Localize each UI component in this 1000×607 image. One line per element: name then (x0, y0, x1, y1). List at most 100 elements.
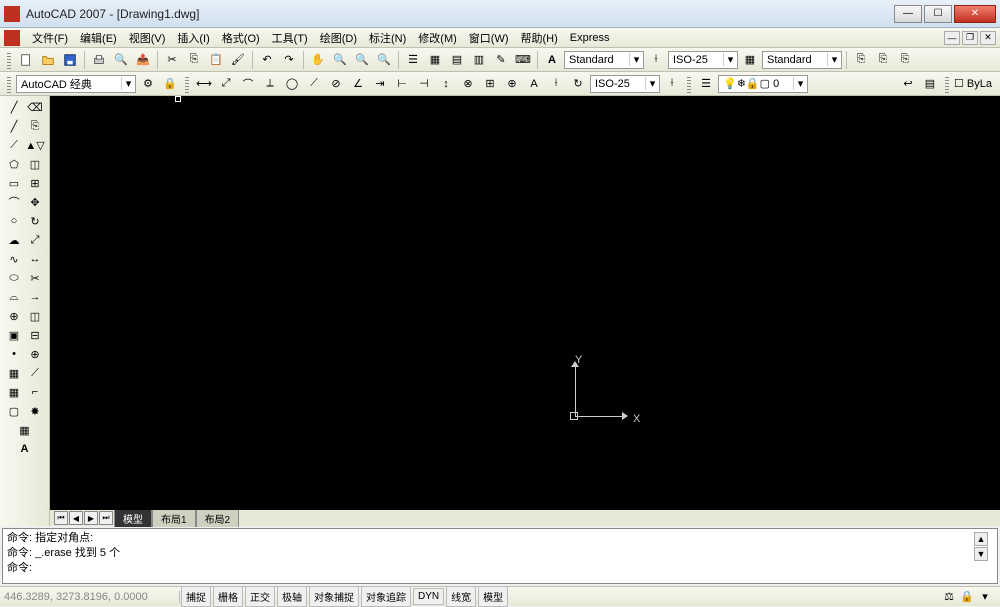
ellipse-arc-button[interactable]: ⌓ (4, 288, 24, 306)
copy-button2[interactable]: ⎘ (25, 117, 45, 135)
dim-style-combo2[interactable]: ISO-25▾ (590, 75, 660, 93)
zoom-previous-button[interactable]: 🔍 (374, 50, 394, 70)
mdi-close-button[interactable]: ✕ (980, 31, 996, 45)
block-copy-button[interactable]: ⎘ (895, 50, 915, 70)
copy-nested-button[interactable]: ⎘ (873, 50, 893, 70)
layer-state-button[interactable]: ▤ (920, 74, 940, 94)
dim-arc-button[interactable]: ⌒ (238, 74, 258, 94)
move-button[interactable]: ✥ (25, 193, 45, 211)
dim-aligned-button[interactable]: ⤢ (216, 74, 236, 94)
revcloud-button[interactable]: ☁ (4, 231, 24, 249)
publish-button[interactable]: 📤 (133, 50, 153, 70)
dim-angular-button[interactable]: ∠ (348, 74, 368, 94)
array-button[interactable]: ⊞ (25, 174, 45, 192)
join-button[interactable]: ⊕ (25, 345, 45, 363)
cmd-scroll-up-button[interactable]: ▲ (974, 532, 988, 546)
dim-edit-button[interactable]: A (524, 74, 544, 94)
menu-tools[interactable]: 工具(T) (266, 28, 314, 48)
dim-linear-button[interactable]: ⟷ (194, 74, 214, 94)
lock-icon[interactable]: 🔒 (960, 590, 974, 604)
textstyle-button[interactable]: A (542, 50, 562, 70)
copy-button[interactable]: ⎘ (184, 50, 204, 70)
tab-prev-button[interactable]: ◀ (69, 511, 83, 525)
dim-baseline-button[interactable]: ⊢ (392, 74, 412, 94)
ortho-toggle[interactable]: 正交 (245, 586, 275, 607)
toolbar-grip[interactable] (687, 75, 691, 93)
dim-ordinate-button[interactable]: ⟂ (260, 74, 280, 94)
dim-override-button[interactable]: ⟊ (662, 74, 682, 94)
fillet-button[interactable]: ⌐ (25, 383, 45, 401)
matchprop-button[interactable]: 🖌 (228, 50, 248, 70)
point-button[interactable]: • (4, 345, 24, 363)
menu-help[interactable]: 帮助(H) (515, 28, 564, 48)
osnap-toggle[interactable]: 对象捕捉 (309, 586, 359, 607)
pline-button[interactable]: ⟋ (4, 136, 24, 154)
redo-button[interactable]: ↷ (279, 50, 299, 70)
arc-button[interactable]: ⌒ (4, 193, 24, 211)
rectangle-button[interactable]: ▭ (4, 174, 24, 192)
dim-jogged-button[interactable]: ⟋ (304, 74, 324, 94)
coordinates-display[interactable]: 446.3289, 3273.8196, 0.0000 (0, 591, 180, 603)
menu-edit[interactable]: 编辑(E) (74, 28, 123, 48)
erase-button[interactable]: ⌫ (25, 98, 45, 116)
break-point-button[interactable]: ◫ (25, 307, 45, 325)
extend-button[interactable]: → (25, 288, 45, 306)
dim-quick-button[interactable]: ⇥ (370, 74, 390, 94)
lwt-toggle[interactable]: 线宽 (446, 586, 476, 607)
menu-dimension[interactable]: 标注(N) (363, 28, 412, 48)
grid-toggle[interactable]: 栅格 (213, 586, 243, 607)
layer-combo[interactable]: 💡❄🔒▢ 0▾ (718, 75, 808, 93)
new-button[interactable] (16, 50, 36, 70)
workspace-settings-button[interactable]: ⚙ (138, 74, 158, 94)
dim-tedit-button[interactable]: ⟊ (546, 74, 566, 94)
menu-view[interactable]: 视图(V) (123, 28, 172, 48)
mirror-button[interactable]: ▲▽ (25, 136, 45, 154)
command-window[interactable]: 命令: 指定对角点: 命令: _.erase 找到 5 个 命令: ▲ ▼ (2, 528, 998, 584)
otrack-toggle[interactable]: 对象追踪 (361, 586, 411, 607)
menu-draw[interactable]: 绘图(D) (314, 28, 363, 48)
minimize-button[interactable]: — (894, 5, 922, 23)
pan-button[interactable]: ✋ (308, 50, 328, 70)
tablestyle-button[interactable]: ▦ (740, 50, 760, 70)
menu-insert[interactable]: 插入(I) (171, 28, 215, 48)
tab-last-button[interactable]: ⏭ (99, 511, 113, 525)
offset-button[interactable]: ◫ (25, 155, 45, 173)
trim-button[interactable]: ✂ (25, 269, 45, 287)
mtext-button[interactable]: A (15, 440, 35, 458)
toolbar-grip[interactable] (7, 75, 11, 93)
region-button[interactable]: ▢ (4, 402, 24, 420)
center-mark-button[interactable]: ⊕ (502, 74, 522, 94)
hatch-button[interactable]: ▦ (4, 364, 24, 382)
tolerance-button[interactable]: ⊞ (480, 74, 500, 94)
tab-model[interactable]: 模型 (114, 509, 152, 527)
insert-button[interactable]: ⊕ (4, 307, 24, 325)
explode-button[interactable]: ✸ (25, 402, 45, 420)
tab-next-button[interactable]: ▶ (84, 511, 98, 525)
toolpalette-button[interactable]: ▤ (447, 50, 467, 70)
menu-file[interactable]: 文件(F) (26, 28, 74, 48)
dyn-toggle[interactable]: DYN (413, 588, 444, 605)
table-button[interactable]: ▦ (15, 421, 35, 439)
zoom-window-button[interactable]: 🔍 (352, 50, 372, 70)
scale-button[interactable]: ⤢ (25, 231, 45, 249)
menu-window[interactable]: 窗口(W) (463, 28, 515, 48)
tray-icon[interactable]: ▾ (978, 590, 992, 604)
mdi-restore-button[interactable]: ❐ (962, 31, 978, 45)
toolbar-grip[interactable] (7, 51, 11, 69)
layer-prev-button[interactable]: ↩ (898, 74, 918, 94)
ellipse-button[interactable]: ⬭ (4, 269, 24, 287)
dimstyle-button[interactable]: ⟊ (646, 50, 666, 70)
toolbar-grip[interactable] (185, 75, 189, 93)
polygon-button[interactable]: ⬠ (4, 155, 24, 173)
workspace-lock-button[interactable]: 🔒 (160, 74, 180, 94)
block-button[interactable]: ▣ (4, 326, 24, 344)
cut-button[interactable]: ✂ (162, 50, 182, 70)
menu-express[interactable]: Express (564, 30, 616, 46)
properties-button[interactable]: ☰ (403, 50, 423, 70)
dim-space-button[interactable]: ↕ (436, 74, 456, 94)
dim-continue-button[interactable]: ⊣ (414, 74, 434, 94)
tab-layout1[interactable]: 布局1 (152, 509, 196, 527)
break-button[interactable]: ⊟ (25, 326, 45, 344)
copy-objects-button[interactable]: ⎘ (851, 50, 871, 70)
dim-radius-button[interactable]: ◯ (282, 74, 302, 94)
